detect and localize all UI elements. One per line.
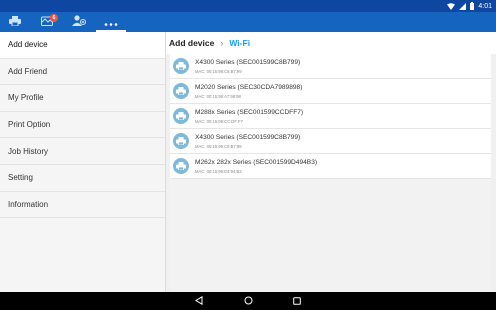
chevron-right-icon: › [220, 38, 224, 48]
device-name: M288x Series (SEC001599CCDFF7) [195, 109, 304, 116]
home-button[interactable] [238, 292, 258, 310]
sidebar-item-label: Add Friend [8, 66, 48, 76]
device-name: X4300 Series (SEC001599C8B799) [195, 59, 301, 66]
list-empty-area [170, 179, 491, 297]
breadcrumb-root[interactable]: Add device [169, 38, 214, 48]
device-mac: MAC: 00:15:99:A7:98:98 [195, 94, 241, 99]
recents-button[interactable] [287, 292, 307, 310]
device-row[interactable]: M262x 282x Series (SEC001599D494B3) MAC:… [170, 154, 491, 179]
wifi-icon [447, 2, 456, 10]
system-nav-bar [0, 292, 496, 310]
sidebar-item-label: Job History [8, 146, 49, 156]
printer-icon [173, 133, 189, 149]
tab-add-friend[interactable] [64, 12, 94, 32]
more-icon [104, 13, 118, 31]
breadcrumb: Add device › Wi-Fi [166, 32, 496, 54]
recents-icon [293, 292, 301, 310]
sidebar-item-setting[interactable]: Setting [0, 165, 165, 192]
sidebar-item-add-friend[interactable]: Add Friend [0, 59, 165, 86]
sidebar-item-label: My Profile [8, 93, 44, 103]
device-row[interactable]: X4300 Series (SEC001599C8B799) MAC: 00:1… [170, 129, 491, 154]
sidebar-item-print-option[interactable]: Print Option [0, 112, 165, 139]
status-bar: 4:01 [0, 0, 496, 12]
device-name: X4300 Series (SEC001599C8B799) [195, 134, 301, 141]
tab-printer[interactable] [0, 12, 30, 32]
app-bar: 6 [0, 12, 496, 32]
printer-icon [173, 83, 189, 99]
device-name: M262x 282x Series (SEC001599D494B3) [195, 159, 318, 166]
device-row[interactable]: M2020 Series (SEC30CDA7989898) MAC: 00:1… [170, 79, 491, 104]
device-row[interactable]: M288x Series (SEC001599CCDFF7) MAC: 00:1… [170, 104, 491, 129]
back-button[interactable] [189, 292, 209, 310]
sidebar-item-label: Information [8, 199, 49, 209]
sidebar-item-label: Add device [8, 40, 48, 50]
add-friend-icon [72, 13, 87, 31]
device-mac: MAC: 00:15:99:CC:DF:F7 [195, 119, 243, 124]
printer-icon [173, 108, 189, 124]
printer-icon [173, 158, 189, 174]
home-icon [244, 292, 253, 310]
sidebar-item-information[interactable]: Information [0, 192, 165, 219]
sidebar-item-my-profile[interactable]: My Profile [0, 85, 165, 112]
sidebar-item-add-device[interactable]: Add device [0, 32, 165, 59]
notification-badge: 6 [50, 14, 58, 22]
device-mac: MAC: 00:15:99:C8:B7:99 [195, 69, 242, 74]
sidebar-item-label: Setting [8, 173, 33, 183]
tab-more[interactable] [96, 12, 126, 32]
device-row[interactable]: X4300 Series (SEC001599C8B799) MAC: 00:1… [170, 54, 491, 79]
printer-icon [173, 58, 189, 74]
tab-inbox[interactable]: 6 [32, 12, 62, 32]
device-mac: MAC: 00:15:99:D4:94:B3 [195, 169, 242, 174]
printer-icon [9, 13, 21, 31]
signal-icon [459, 2, 467, 10]
back-icon [195, 292, 203, 310]
main-content: Add device › Wi-Fi X4300 Series (SEC0015… [166, 32, 496, 297]
device-list: X4300 Series (SEC001599C8B799) MAC: 00:1… [170, 54, 491, 297]
sidebar-item-job-history[interactable]: Job History [0, 138, 165, 165]
sidebar-item-label: Print Option [8, 120, 51, 130]
device-name: M2020 Series (SEC30CDA7989898) [195, 84, 303, 91]
status-time: 4:01 [478, 2, 492, 10]
battery-icon [470, 2, 475, 10]
sidebar-menu: Add device Add Friend My Profile Print O… [0, 32, 166, 292]
breadcrumb-current: Wi-Fi [229, 38, 251, 48]
device-mac: MAC: 00:15:99:C8:B7:99 [195, 144, 242, 149]
